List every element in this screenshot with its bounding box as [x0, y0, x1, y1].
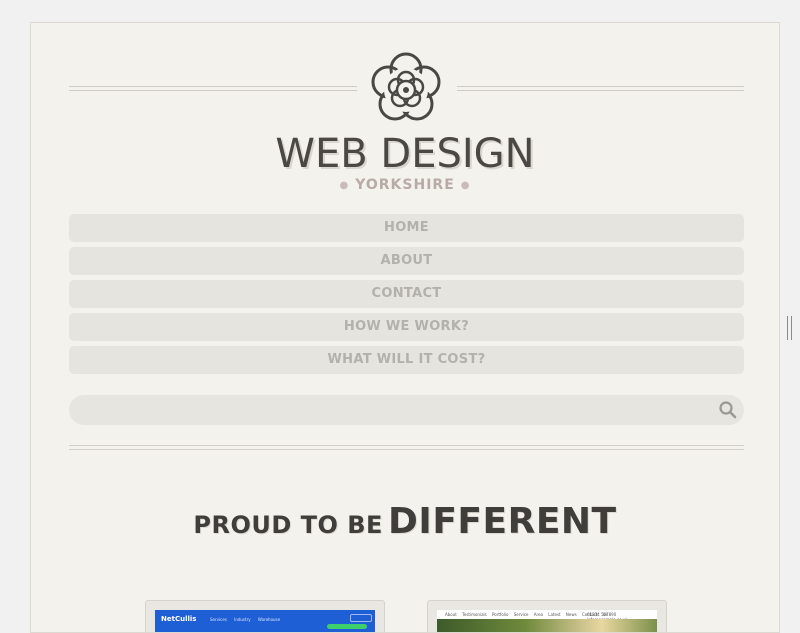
search-input[interactable]	[79, 395, 703, 427]
bullet-icon: ●	[339, 179, 350, 191]
yorkshire-rose-icon[interactable]	[368, 50, 444, 126]
nav-item-contact[interactable]: CONTACT	[69, 280, 744, 308]
page-container: WEB DESIGN ● YORKSHIRE ● HOME ABOUT CONTAC…	[30, 22, 780, 633]
tagline-big: DIFFERENT	[388, 501, 617, 542]
thumbnail-cta	[327, 624, 367, 629]
nav-item-how-we-work[interactable]: HOW WE WORK?	[69, 313, 744, 341]
tagline: PROUD TO BE DIFFERENT	[31, 501, 779, 542]
main-nav: HOME ABOUT CONTACT HOW WE WORK? WHAT WIL…	[69, 214, 744, 379]
header-rule-right	[457, 86, 744, 91]
thumbnail-button	[350, 614, 372, 622]
search-icon[interactable]	[718, 400, 738, 420]
site-header: WEB DESIGN ● YORKSHIRE ●	[31, 23, 779, 203]
nav-item-what-will-it-cost[interactable]: WHAT WILL IT COST?	[69, 346, 744, 374]
logo-subtitle: ● YORKSHIRE ●	[31, 177, 779, 193]
logo-subtitle-text: YORKSHIRE	[355, 177, 455, 193]
search-bar	[69, 395, 744, 427]
thumbnail-landscape-image	[437, 619, 657, 632]
section-divider	[69, 445, 744, 450]
tagline-small: PROUD TO BE	[193, 511, 383, 539]
bullet-icon: ●	[460, 179, 471, 191]
portfolio-thumbnail-netcullis[interactable]: NetCullis Services Industry Warehouse	[145, 600, 385, 632]
logo-title[interactable]: WEB DESIGN	[31, 131, 779, 177]
nav-item-about[interactable]: ABOUT	[69, 247, 744, 275]
thumbnail-header: About Testimonials Portfolio Service Are…	[437, 610, 657, 622]
nav-item-home[interactable]: HOME	[69, 214, 744, 242]
thumbnail-header: NetCullis Services Industry Warehouse	[155, 610, 375, 632]
scrollbar-handle[interactable]	[787, 316, 792, 340]
portfolio-thumbnail-second[interactable]: About Testimonials Portfolio Service Are…	[427, 600, 667, 632]
thumbnail-logo: NetCullis	[161, 615, 197, 623]
thumbnail-nav: About Testimonials Portfolio Service Are…	[445, 612, 608, 617]
thumbnail-nav: Services Industry Warehouse	[210, 617, 281, 622]
header-rule-left	[69, 86, 357, 91]
